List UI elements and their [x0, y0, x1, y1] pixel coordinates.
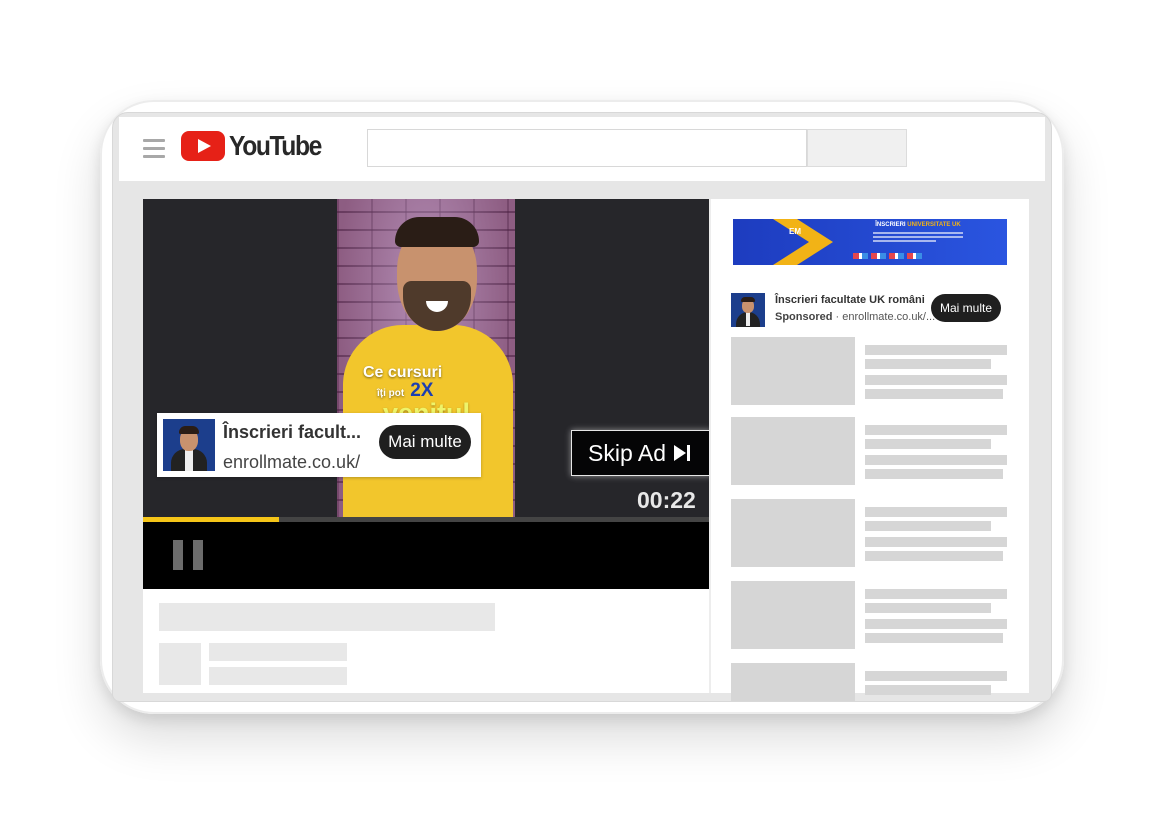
advertiser-avatar[interactable]: [163, 419, 215, 471]
browser-screen: YouTube Ce cursuri îți pot2X venitul: [112, 112, 1052, 702]
ad-title[interactable]: Înscrieri facult...: [223, 422, 361, 443]
ad-url[interactable]: enrollmate.co.uk/: [223, 452, 360, 473]
youtube-play-icon: [181, 131, 225, 161]
recommendation-title-placeholder: [865, 359, 991, 369]
recommendation-title-placeholder: [865, 507, 1007, 517]
recommendation-thumbnail[interactable]: [731, 417, 855, 485]
recommendation-title-placeholder: [865, 425, 1007, 435]
recommendation-title-placeholder: [865, 671, 1007, 681]
sponsored-url[interactable]: · enrollmate.co.uk/...: [832, 311, 936, 323]
recommendation-meta-placeholder: [865, 455, 1007, 465]
ad-timer: 00:22: [637, 487, 696, 513]
column-divider: [709, 199, 711, 693]
caption-line-1: Ce cursuri: [363, 364, 443, 381]
ad-more-button[interactable]: Mai multe: [379, 425, 471, 459]
recommendation-thumbnail[interactable]: [731, 499, 855, 567]
channel-avatar-placeholder: [159, 643, 201, 685]
player-controls: [143, 522, 709, 589]
youtube-logo[interactable]: YouTube: [181, 129, 333, 163]
sponsored-label: Sponsored: [775, 311, 833, 323]
banner-title: ÎNSCRIERI UNIVERSITATE UK: [833, 222, 1003, 228]
recommendation-meta-placeholder: [865, 551, 1003, 561]
recommendation-meta-placeholder: [865, 389, 1003, 399]
recommendation-meta-placeholder: [865, 537, 1007, 547]
recommendation-title-placeholder: [865, 345, 1007, 355]
search-button[interactable]: [807, 129, 907, 167]
recommendation-title-placeholder: [865, 589, 1007, 599]
banner-title-accent: UNIVERSITATE UK: [907, 222, 961, 228]
recommendation-title-placeholder: [865, 685, 991, 695]
channel-meta-placeholder: [209, 667, 347, 685]
banner-flags: [853, 253, 923, 259]
sidebar-banner-ad[interactable]: EM ÎNSCRIERI UNIVERSITATE UK: [733, 219, 1007, 265]
search-input[interactable]: [367, 129, 807, 167]
menu-icon[interactable]: [143, 139, 165, 163]
skip-ad-button[interactable]: Skip Ad: [571, 430, 709, 476]
recommendation-meta-placeholder: [865, 375, 1007, 385]
recommendation-thumbnail[interactable]: [731, 337, 855, 405]
ad-overlay-card[interactable]: Înscrieri facult... enrollmate.co.uk/ Ma…: [157, 413, 481, 477]
banner-text-lines: [873, 232, 963, 244]
sponsored-more-button[interactable]: Mai multe: [931, 294, 1001, 322]
skip-next-icon: [673, 444, 691, 462]
main-content: Ce cursuri îți pot2X venitul simplu și l…: [143, 199, 1029, 701]
banner-title-prefix: ÎNSCRIERI: [875, 222, 906, 228]
pause-icon[interactable]: [173, 540, 203, 570]
presenter-hair: [395, 217, 479, 247]
recommendation-meta-placeholder: [865, 469, 1003, 479]
video-player[interactable]: Ce cursuri îți pot2X venitul simplu și l…: [143, 199, 709, 589]
recommendation-thumbnail[interactable]: [731, 581, 855, 649]
youtube-header: YouTube: [119, 117, 1045, 181]
banner-chevron-shape: [773, 219, 833, 265]
channel-name-placeholder: [209, 643, 347, 661]
recommendation-title-placeholder: [865, 521, 991, 531]
recommendation-meta-placeholder: [865, 619, 1007, 629]
sponsored-subline: Sponsored · enrollmate.co.uk/...: [775, 311, 935, 323]
sponsored-title[interactable]: Înscrieri facultate UK români: [775, 294, 925, 306]
logo-text: YouTube: [229, 130, 322, 161]
recommendation-title-placeholder: [865, 603, 991, 613]
banner-logo: EM: [789, 227, 801, 236]
device-frame: YouTube Ce cursuri îți pot2X venitul: [100, 100, 1064, 714]
skip-ad-label: Skip Ad: [588, 439, 666, 466]
recommendation-title-placeholder: [865, 439, 991, 449]
recommendation-meta-placeholder: [865, 633, 1003, 643]
title-placeholder: [159, 603, 495, 631]
sponsored-avatar[interactable]: [731, 293, 765, 327]
recommendation-thumbnail[interactable]: [731, 663, 855, 701]
